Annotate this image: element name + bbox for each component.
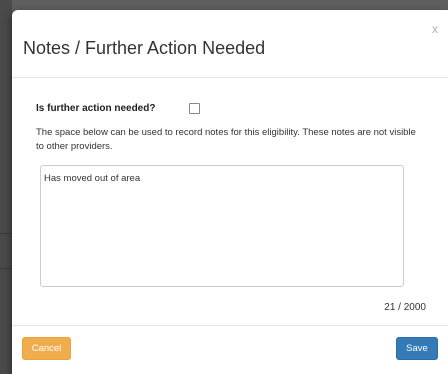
- modal-footer: Cancel Save: [12, 325, 448, 374]
- modal-header: Notes / Further Action Needed x: [12, 10, 448, 78]
- further-action-checkbox[interactable]: [189, 103, 200, 114]
- close-button[interactable]: x: [432, 23, 438, 35]
- modal-title: Notes / Further Action Needed: [23, 38, 266, 58]
- character-count: 21 / 2000: [384, 302, 426, 313]
- notes-modal: Notes / Further Action Needed x Is furth…: [12, 10, 448, 374]
- background-divider: [0, 233, 12, 234]
- background-divider: [0, 268, 12, 269]
- cancel-button[interactable]: Cancel: [22, 337, 71, 360]
- save-button[interactable]: Save: [396, 337, 438, 360]
- help-text: The space below can be used to record no…: [36, 127, 416, 152]
- further-action-label: Is further action needed?: [36, 103, 156, 114]
- background-page: [0, 0, 12, 374]
- notes-textarea[interactable]: Has moved out of area: [40, 165, 404, 287]
